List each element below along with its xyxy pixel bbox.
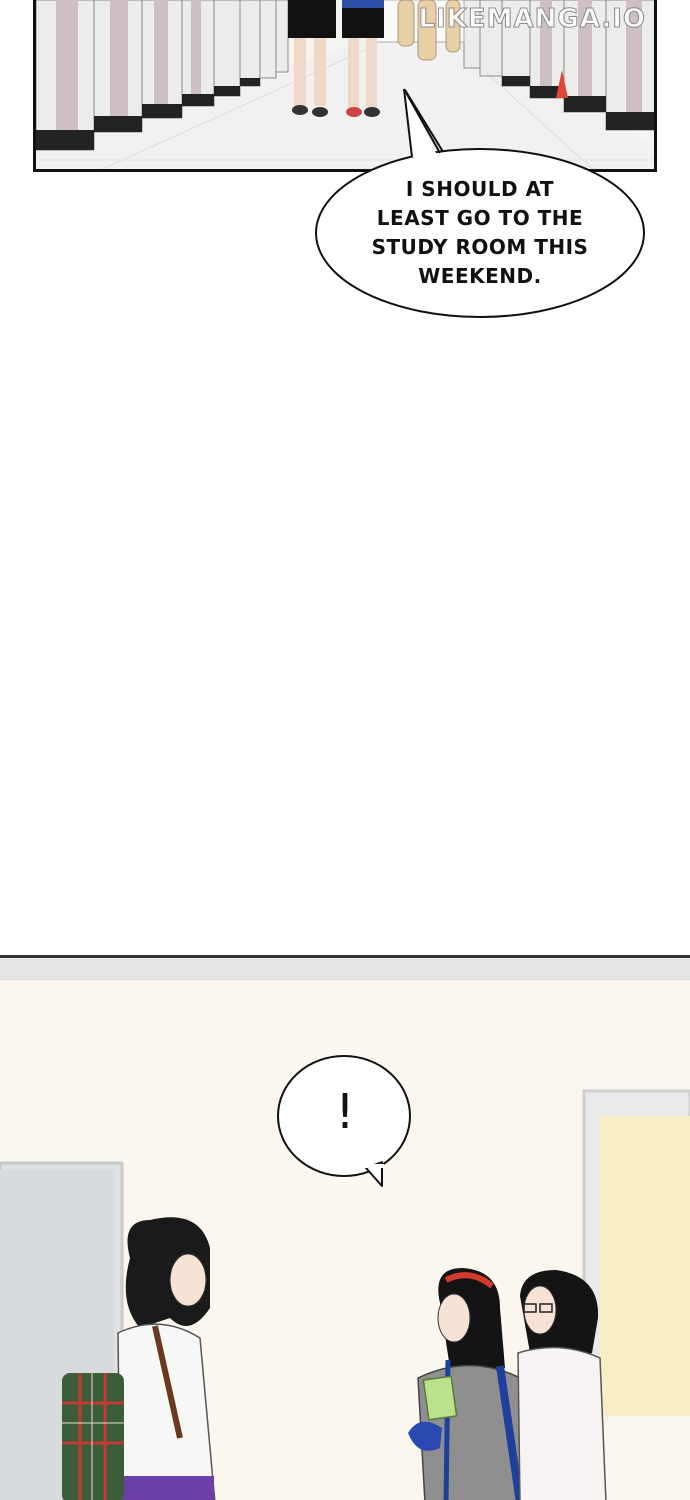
speech-text-1: I SHOULD AT LEAST GO TO THE STUDY ROOM T… bbox=[360, 175, 600, 291]
speech-line: STUDY ROOM THIS bbox=[371, 235, 589, 259]
watermark: LIKEMANGA.IO bbox=[418, 4, 646, 35]
classroom-panel bbox=[0, 955, 690, 1500]
speech-line: I SHOULD AT bbox=[405, 177, 555, 201]
speech-text-2: ! bbox=[335, 1084, 355, 1140]
speech-line: WEEKEND. bbox=[418, 264, 542, 288]
girl-with-glasses bbox=[517, 1270, 607, 1500]
speech-line: LEAST GO TO THE bbox=[376, 206, 584, 230]
classroom-scene bbox=[0, 958, 690, 1500]
